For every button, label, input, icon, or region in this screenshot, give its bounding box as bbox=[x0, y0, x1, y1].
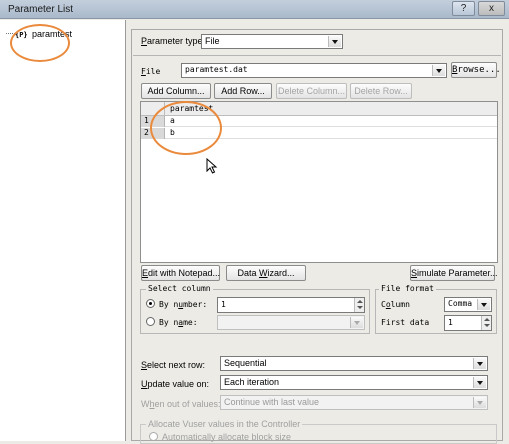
first-data-label: First data bbox=[381, 318, 430, 327]
chevron-down-icon[interactable] bbox=[473, 358, 486, 369]
select-column-title: Select column bbox=[146, 284, 213, 293]
delete-row-button[interactable]: Delete Row... bbox=[350, 83, 412, 99]
by-name-radio[interactable] bbox=[146, 317, 155, 326]
select-next-row-label: Select next row: bbox=[141, 360, 206, 370]
parameter-type-select[interactable]: File bbox=[201, 34, 343, 49]
spinner-icon[interactable] bbox=[481, 316, 491, 330]
window-title: Parameter List bbox=[8, 4, 74, 15]
add-row-button[interactable]: Add Row... bbox=[214, 83, 272, 99]
by-name-select[interactable] bbox=[217, 315, 365, 330]
separator bbox=[133, 55, 501, 56]
parameter-type-label: Parameter type: bbox=[141, 36, 206, 46]
when-out-of-values-select[interactable]: Continue with last value bbox=[220, 395, 488, 410]
file-select[interactable]: paramtest.dat bbox=[181, 63, 447, 78]
update-value-on-select[interactable]: Each iteration bbox=[220, 375, 488, 390]
data-wizard-button[interactable]: Data Wizard... bbox=[226, 265, 306, 281]
title-bar: Parameter List ? x bbox=[0, 0, 509, 19]
chevron-down-icon[interactable] bbox=[473, 377, 486, 388]
chevron-down-icon[interactable] bbox=[350, 317, 363, 328]
file-label: File bbox=[141, 67, 161, 76]
chevron-down-icon[interactable] bbox=[477, 299, 490, 310]
browse-button[interactable]: Browse... bbox=[451, 62, 501, 78]
update-value-on-label: Update value on: bbox=[141, 379, 210, 389]
first-data-input[interactable]: 1 bbox=[444, 315, 492, 331]
by-number-radio[interactable] bbox=[146, 299, 155, 308]
file-format-title: File format bbox=[379, 284, 436, 293]
chevron-down-icon[interactable] bbox=[432, 65, 445, 76]
annotation-circle-tree bbox=[10, 24, 70, 62]
edit-with-notepad-button[interactable]: Edit with Notepad... bbox=[141, 265, 220, 281]
column-format-label: Column bbox=[381, 300, 410, 309]
chevron-down-icon[interactable] bbox=[328, 36, 341, 47]
allocate-title: Allocate Vuser values in the Controller bbox=[146, 419, 303, 429]
help-button[interactable]: ? bbox=[452, 1, 475, 16]
add-column-button[interactable]: Add Column... bbox=[141, 83, 211, 99]
by-name-label: By name: bbox=[159, 318, 198, 327]
by-number-label: By number: bbox=[159, 300, 208, 309]
simulate-parameter-button[interactable]: Simulate Parameter... bbox=[410, 265, 498, 281]
close-button[interactable]: x bbox=[478, 1, 505, 16]
spinner-icon[interactable] bbox=[354, 298, 364, 312]
chevron-down-icon[interactable] bbox=[473, 397, 486, 408]
select-next-row-select[interactable]: Sequential bbox=[220, 356, 488, 371]
auto-allocate-radio[interactable] bbox=[149, 432, 158, 441]
when-out-of-values-label: When out of values: bbox=[141, 399, 221, 409]
mouse-cursor-icon bbox=[206, 158, 218, 174]
annotation-circle-grid bbox=[150, 101, 222, 155]
column-format-select[interactable]: Comma bbox=[444, 297, 492, 312]
by-number-input[interactable]: 1 bbox=[217, 297, 365, 313]
delete-column-button[interactable]: Delete Column... bbox=[276, 83, 347, 99]
parameter-tree: {P} paramtest bbox=[0, 20, 126, 441]
